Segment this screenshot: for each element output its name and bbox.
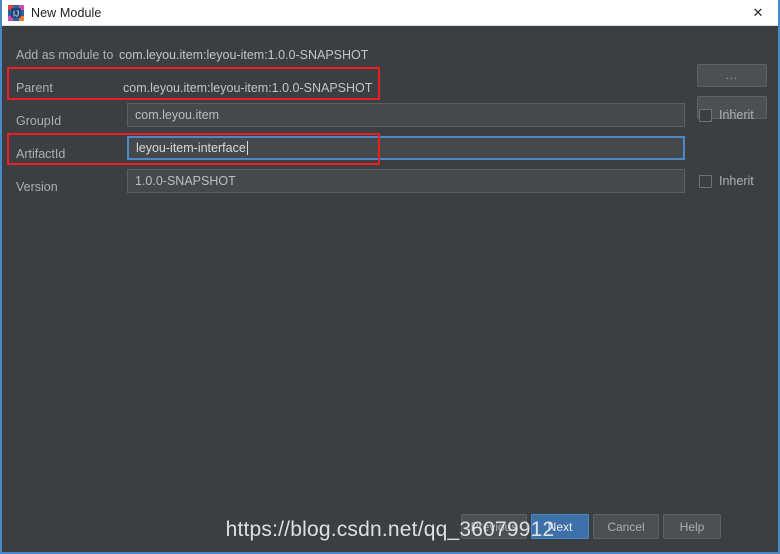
- new-module-dialog: IJ New Module ✕ Add as module to com.ley…: [0, 0, 780, 554]
- text-caret: [246, 141, 248, 155]
- label-artifact-id: ArtifactId: [16, 146, 66, 161]
- version-inherit-checkbox[interactable]: Inherit: [699, 174, 754, 188]
- version-input[interactable]: 1.0.0-SNAPSHOT: [127, 169, 685, 193]
- svg-text:IJ: IJ: [13, 9, 19, 18]
- checkbox-box[interactable]: [699, 108, 712, 122]
- module-form: Add as module to com.leyou.item:leyou-it…: [2, 26, 778, 552]
- dialog-footer: Previous Next Cancel Help: [2, 514, 778, 540]
- group-id-inherit-checkbox[interactable]: Inherit: [699, 108, 754, 122]
- label-group-id: GroupId: [16, 113, 62, 128]
- group-id-inherit-label: Inherit: [719, 108, 754, 122]
- value-parent: com.leyou.item:leyou-item:1.0.0-SNAPSHOT: [123, 80, 373, 95]
- intellij-idea-icon: IJ: [8, 4, 24, 21]
- group-id-input[interactable]: com.leyou.item: [127, 103, 685, 127]
- window-title: New Module: [31, 5, 102, 20]
- row-parent: Parent com.leyou.item:leyou-item:1.0.0-S…: [2, 71, 778, 104]
- label-add-as-module-to: Add as module to: [16, 47, 114, 62]
- label-version: Version: [16, 179, 58, 194]
- artifact-id-input[interactable]: leyou-item-interface: [127, 136, 685, 160]
- version-inherit-label: Inherit: [719, 174, 754, 188]
- label-parent: Parent: [16, 80, 53, 95]
- value-add-as-module-to: com.leyou.item:leyou-item:1.0.0-SNAPSHOT: [119, 47, 369, 62]
- artifact-id-value: leyou-item-interface: [136, 141, 246, 155]
- previous-button[interactable]: Previous: [461, 514, 527, 539]
- checkbox-box[interactable]: [699, 174, 712, 188]
- close-icon[interactable]: ✕: [736, 0, 778, 26]
- help-button[interactable]: Help: [663, 514, 721, 539]
- cancel-button[interactable]: Cancel: [593, 514, 659, 539]
- title-bar: IJ New Module ✕: [2, 0, 778, 26]
- next-button[interactable]: Next: [531, 514, 589, 539]
- row-add-as-module-to: Add as module to com.leyou.item:leyou-it…: [2, 38, 778, 71]
